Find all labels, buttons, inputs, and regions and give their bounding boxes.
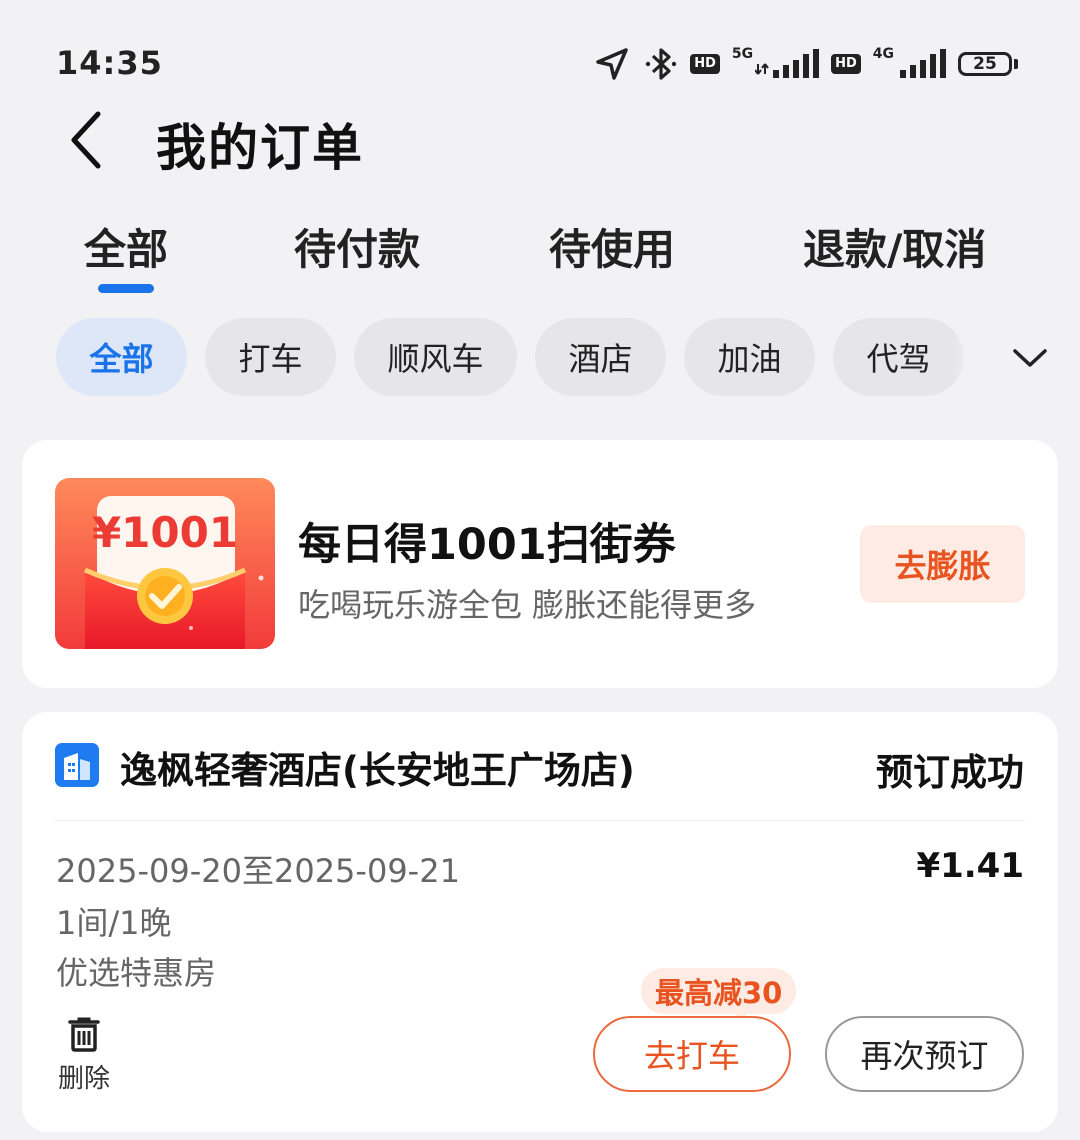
hotel-name[interactable]: 逸枫轻奢酒店(长安地王广场店) [120, 740, 635, 794]
status-time: 14:35 [56, 44, 163, 82]
promo-title: 每日得1001扫街券 [298, 520, 676, 570]
promo-image-amount: ¥1001 [91, 508, 239, 557]
hotel-icon [55, 743, 99, 787]
battery-level: 25 [958, 52, 1012, 76]
delete-button[interactable]: 删除 [52, 1016, 116, 1095]
bluetooth-icon [645, 48, 677, 80]
chips-fade-overlay [952, 306, 986, 406]
tab-refund-cancel[interactable]: 退款/取消 [803, 216, 986, 277]
promo-expand-button[interactable]: 去膨胀 [860, 525, 1025, 603]
chevron-down-icon [1013, 349, 1047, 367]
order-divider [55, 820, 1025, 821]
order-dates: 2025-09-20至2025-09-21 [56, 852, 460, 890]
status-icons: HD 5G HD 4G 25 [592, 42, 1018, 86]
5g-signal-icon [755, 49, 820, 78]
order-status: 预订成功 [876, 751, 1024, 794]
chips-expand-button[interactable] [1002, 330, 1058, 386]
take-taxi-button[interactable]: 去打车 [593, 1016, 791, 1092]
category-chips: 全部 打车 顺风车 酒店 加油 代驾 [56, 318, 964, 396]
location-icon [596, 48, 628, 80]
chip-fuel[interactable]: 加油 [684, 318, 815, 396]
chip-carpool[interactable]: 顺风车 [354, 318, 517, 396]
chip-hotel[interactable]: 酒店 [535, 318, 666, 396]
tab-active-indicator [98, 284, 154, 293]
order-price: ¥1.41 [916, 846, 1024, 886]
chip-all[interactable]: 全部 [56, 318, 187, 396]
order-room-type: 优选特惠房 [56, 954, 217, 992]
tab-pending-use[interactable]: 待使用 [549, 216, 675, 277]
rebook-button[interactable]: 再次预订 [825, 1016, 1024, 1092]
tab-all[interactable]: 全部 [84, 216, 168, 277]
promo-image: ¥1001 [55, 478, 275, 649]
battery-icon: 25 [958, 52, 1018, 76]
chevron-left-icon [71, 111, 101, 169]
trash-icon [68, 1017, 100, 1052]
chip-taxi[interactable]: 打车 [205, 318, 336, 396]
back-button[interactable] [56, 104, 116, 176]
network-4g-label: 4G [872, 46, 894, 62]
4g-signal-icon [900, 49, 946, 78]
network-5g-label: 5G [731, 46, 754, 62]
promo-subtitle: 吃喝玩乐游全包 膨胀还能得更多 [298, 586, 757, 624]
hd-icon-2: HD [831, 54, 861, 74]
delete-label: 删除 [57, 1064, 110, 1094]
page-title: 我的订单 [156, 119, 364, 177]
tab-pending-payment[interactable]: 待付款 [294, 216, 420, 277]
hd-icon: HD [690, 54, 720, 74]
chip-designated-driver[interactable]: 代驾 [833, 318, 964, 396]
discount-tag: 最高减30 [641, 968, 797, 1014]
order-rooms: 1间/1晚 [56, 904, 172, 942]
